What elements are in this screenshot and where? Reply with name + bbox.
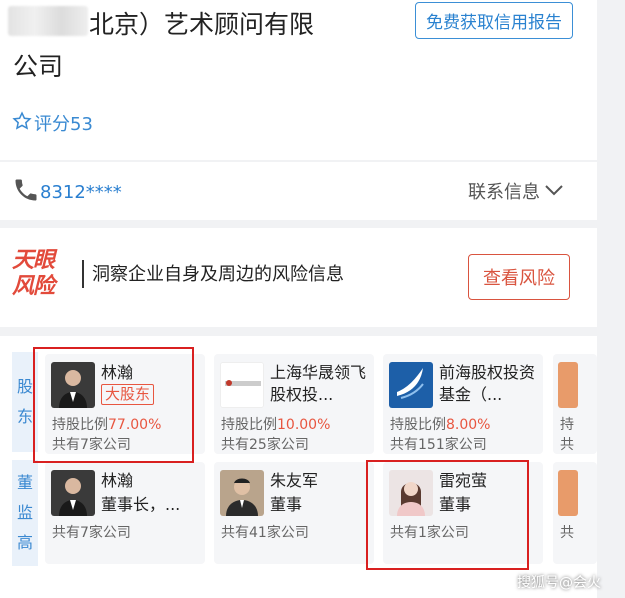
risk-description: 洞察企业自身及周边的风险信息: [92, 264, 344, 285]
divider: [82, 260, 84, 288]
person-name: 林瀚: [101, 471, 134, 490]
executive-card[interactable]: 林瀚 董事长，... 共有7家公司: [45, 462, 205, 564]
company-name: 上海华晟领飞股权投...: [270, 363, 367, 404]
label-char: 监: [16, 503, 33, 522]
avatar: [220, 470, 264, 516]
phone-number[interactable]: 8312****: [12, 176, 122, 209]
share-ratio-partial: 持: [560, 417, 574, 433]
avatar: [51, 470, 95, 516]
person-role: 董事长，...: [101, 495, 181, 514]
company-title-line2: 公司: [13, 52, 64, 81]
share-label: 持股比例: [221, 417, 277, 433]
share-ratio: 持股比例10.00%: [221, 414, 330, 434]
star-icon: [12, 110, 32, 136]
company-count: 共有25家公司: [221, 437, 309, 453]
highlight-box: [366, 460, 529, 570]
rating-label: 评分53: [34, 114, 93, 135]
company-header: 北京）艺术顾问有限 公司 免费获取信用报告 评分53: [0, 0, 597, 160]
view-risk-button[interactable]: 查看风险: [468, 254, 570, 300]
company-logo: [220, 362, 264, 408]
executives-label: 董 监 高: [12, 460, 38, 566]
highlight-box: [33, 347, 194, 463]
avatar: [558, 470, 578, 516]
shareholder-card[interactable]: 上海华晟领飞股权投... 持股比例10.00% 共有25家公司: [214, 354, 374, 454]
logo-line2: 风险: [12, 274, 55, 299]
company-count-partial: 共: [560, 525, 574, 541]
chevron-down-icon: [544, 181, 564, 202]
free-credit-report-button[interactable]: 免费获取信用报告: [415, 2, 573, 39]
logo-line1: 天眼: [12, 248, 55, 273]
company-count-partial: 共: [560, 437, 574, 453]
person-role: 董事: [270, 495, 303, 514]
avatar: [558, 362, 578, 408]
company-count: 共有7家公司: [52, 525, 131, 541]
share-value: 10.00%: [277, 417, 331, 433]
risk-section: 天眼 风险 洞察企业自身及周边的风险信息 查看风险: [0, 228, 597, 327]
label-char: 董: [16, 473, 33, 492]
phone-icon: [12, 176, 40, 209]
contact-info-label: 联系信息: [468, 182, 540, 203]
label-char: 高: [16, 533, 33, 552]
label-char: 股: [16, 377, 33, 396]
company-logo: [389, 362, 433, 408]
shareholder-card[interactable]: 前海股权投资基金（... 持股比例8.00% 共有151家公司: [383, 354, 543, 454]
label-char: 东: [16, 407, 33, 426]
rating[interactable]: 评分53: [12, 110, 93, 136]
share-value: 8.00%: [446, 417, 491, 433]
person-name: 朱友军: [270, 471, 319, 490]
tianyan-risk-logo: 天眼 风险: [12, 248, 82, 304]
company-title: 北京）艺术顾问有限 公司: [13, 4, 403, 88]
executive-card-partial[interactable]: 共: [553, 462, 597, 564]
share-ratio: 持股比例8.00%: [390, 414, 490, 434]
company-count: 共有151家公司: [390, 437, 487, 453]
share-label: 持股比例: [390, 417, 446, 433]
contact-bar: 8312**** 联系信息: [0, 162, 597, 220]
contact-info-toggle[interactable]: 联系信息: [468, 178, 564, 204]
phone-value: 8312****: [40, 182, 122, 203]
executive-card[interactable]: 朱友军 董事 共有41家公司: [214, 462, 374, 564]
shareholder-card-partial[interactable]: 持 共: [553, 354, 597, 454]
company-name: 前海股权投资基金（...: [439, 363, 536, 404]
watermark: 搜狐号@会火: [517, 575, 601, 591]
company-count: 共有41家公司: [221, 525, 309, 541]
company-title-line1: 北京）艺术顾问有限: [89, 10, 315, 39]
